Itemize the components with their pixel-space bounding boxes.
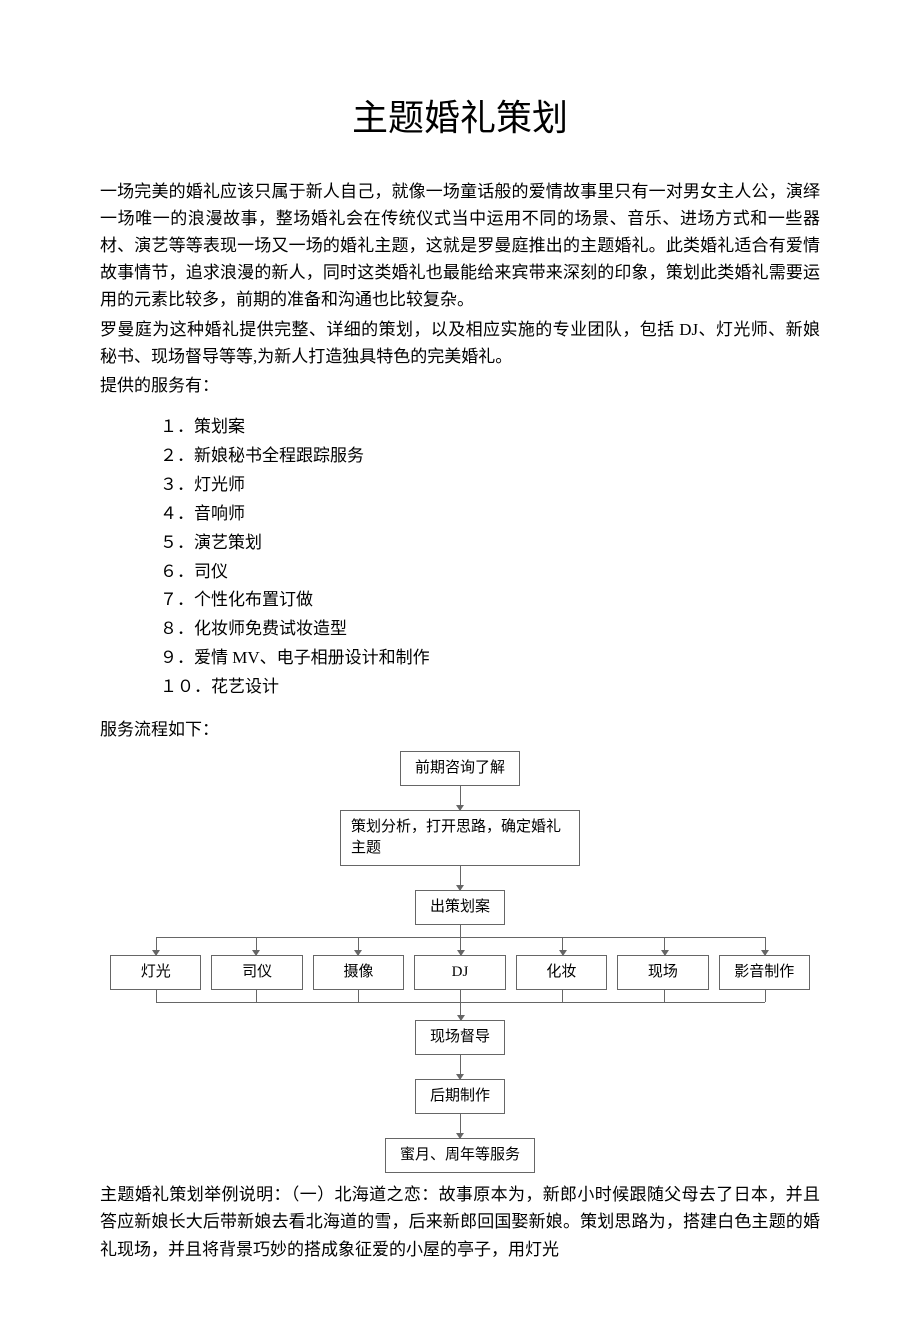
flow-arrow	[110, 786, 810, 810]
flow-branch-camera: 摄像	[313, 955, 404, 990]
flow-branch-scene: 现场	[617, 955, 708, 990]
flow-branch-makeup: 化妆	[516, 955, 607, 990]
list-item: ７．个性化布置订做	[160, 586, 820, 615]
list-item: ３．灯光师	[160, 471, 820, 500]
flow-merge	[110, 990, 810, 1020]
flow-branch-av: 影音制作	[719, 955, 810, 990]
list-item: ２．新娘秘书全程跟踪服务	[160, 442, 820, 471]
intro-paragraph-1: 一场完美的婚礼应该只属于新人自己，就像一场童话般的爱情故事里只有一对男女主人公，…	[100, 178, 820, 314]
flow-step-2: 策划分析，打开思路，确定婚礼主题	[340, 810, 580, 866]
example-paragraph: 主题婚礼策划举例说明：（一）北海道之恋：故事原本为，新郎小时候跟随父母去了日本，…	[100, 1181, 820, 1263]
flow-arrow	[110, 1114, 810, 1138]
flow-arrow	[110, 866, 810, 890]
flow-step-1: 前期咨询了解	[400, 751, 520, 786]
list-item: ８．化妆师免费试妆造型	[160, 615, 820, 644]
flowchart: 前期咨询了解 策划分析，打开思路，确定婚礼主题 出策划案 灯光 司仪 摄像 DJ…	[110, 751, 810, 1173]
flow-step-5: 现场督导	[415, 1020, 505, 1055]
intro-paragraph-3: 提供的服务有：	[100, 372, 820, 399]
flow-branch-mc: 司仪	[211, 955, 302, 990]
list-item: ６．司仪	[160, 558, 820, 587]
flow-step-3: 出策划案	[415, 890, 505, 925]
list-item: １．策划案	[160, 413, 820, 442]
list-item: １０．花艺设计	[160, 673, 820, 702]
list-item: ４．音响师	[160, 500, 820, 529]
flow-branch-dj: DJ	[414, 955, 505, 990]
service-list: １．策划案 ２．新娘秘书全程跟踪服务 ３．灯光师 ４．音响师 ５．演艺策划 ６．…	[160, 413, 820, 702]
list-item: ９．爱情 MV、电子相册设计和制作	[160, 644, 820, 673]
intro-paragraph-2: 罗曼庭为这种婚礼提供完整、详细的策划，以及相应实施的专业团队，包括 DJ、灯光师…	[100, 316, 820, 370]
page-title: 主题婚礼策划	[100, 90, 820, 148]
list-item: ５．演艺策划	[160, 529, 820, 558]
flow-arrow	[110, 1055, 810, 1079]
flow-split	[110, 925, 810, 955]
flow-heading: 服务流程如下：	[100, 716, 820, 743]
flow-step-7: 蜜月、周年等服务	[385, 1138, 535, 1173]
flow-branch-lighting: 灯光	[110, 955, 201, 990]
flow-step-6: 后期制作	[415, 1079, 505, 1114]
